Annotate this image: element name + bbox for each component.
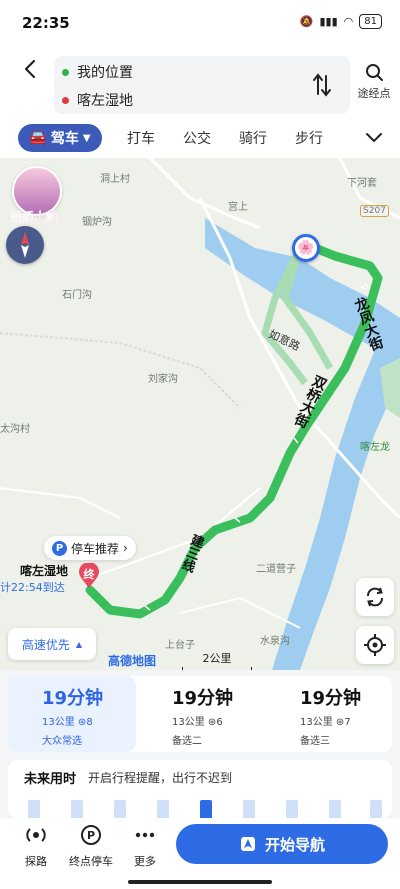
place-label: 二道营子 [256, 564, 296, 575]
future-time-bar[interactable] [157, 800, 169, 818]
route-option-2[interactable]: 19分钟 13公里 ⊛6 备选二 [138, 676, 266, 752]
future-time-bar[interactable] [329, 800, 341, 818]
eta-label: 计22:54到达 [0, 581, 65, 594]
compass-icon[interactable] [6, 226, 44, 264]
caret-up-icon: ▲ [75, 639, 83, 649]
route-options: 19分钟 13公里 ⊛8 大众常选 19分钟 13公里 ⊛6 备选二 19分钟 … [8, 676, 392, 752]
mute-icon: 🔕 [299, 15, 314, 28]
origin-field[interactable]: 我的位置 [62, 62, 133, 82]
locate-icon [364, 634, 386, 656]
car-icon: 🚘 [29, 130, 47, 146]
road-shield: S207 [360, 205, 389, 217]
refresh-icon [367, 587, 383, 607]
location-avatar-icon: 🌸 [297, 240, 315, 256]
locate-button[interactable] [356, 626, 394, 664]
future-time-subtitle: 开启行程提醒，出行不迟到 [88, 771, 233, 785]
brand-logo: 高德地图 [108, 654, 157, 668]
future-time-bar[interactable] [71, 800, 83, 818]
future-time-title: 未来用时 [24, 772, 77, 787]
parking-circle-icon: P [81, 825, 101, 845]
place-label: 锢炉沟 [82, 217, 112, 228]
tab-walk[interactable]: 步行 [295, 128, 323, 148]
place-label: 下河套 [347, 178, 377, 189]
status-time: 22:35 [22, 14, 70, 32]
destination-map-label: 喀左湿地 [20, 564, 69, 578]
search-icon [366, 64, 383, 81]
tab-drive-label: 驾车 [50, 131, 79, 147]
explore-label: 探路 [25, 855, 47, 868]
destination-marker-text: 终 [83, 568, 95, 581]
battery-icon: 81 [359, 14, 382, 29]
route-option-1[interactable]: 19分钟 13公里 ⊛8 大众常选 [8, 676, 136, 752]
route-input-box: 我的位置 喀左湿地 [54, 56, 350, 114]
tab-bike[interactable]: 骑行 [239, 128, 267, 148]
radar-icon [26, 828, 46, 842]
future-time-panel[interactable]: 未来用时 开启行程提醒，出行不迟到 [8, 760, 392, 818]
place-label: 上台子 [165, 640, 195, 651]
chevron-down-icon: ▼ [82, 132, 91, 144]
route-preference-button[interactable]: 高速优先 ▲ [8, 628, 96, 660]
destination-parking-label: 终点停车 [69, 855, 113, 868]
parking-label: 停车推荐 [71, 541, 120, 556]
chevron-right-icon: › [123, 541, 128, 555]
parking-recommend-button[interactable]: P 停车推荐 › [44, 536, 136, 560]
place-label: 洞上村 [100, 174, 130, 185]
explore-button[interactable]: 探路 [13, 824, 59, 869]
tab-transit[interactable]: 公交 [183, 128, 211, 148]
home-indicator [128, 880, 272, 884]
future-time-bar-current[interactable] [200, 800, 212, 818]
parking-icon: P [52, 540, 67, 556]
refresh-button[interactable] [356, 578, 394, 616]
future-time-bar[interactable] [114, 800, 126, 818]
status-bar: 22:35 🔕 ▮▮▮ ◠ 81 [0, 0, 400, 48]
status-icons: 🔕 ▮▮▮ ◠ 81 [300, 14, 382, 29]
place-label: 太沟村 [0, 424, 30, 435]
more-icon [135, 832, 155, 838]
destination-field[interactable]: 喀左湿地 [62, 90, 133, 110]
back-icon[interactable] [20, 58, 42, 80]
more-button[interactable]: 更多 [122, 824, 168, 869]
bottom-bar: 探路 P 终点停车 更多 开始导航 [0, 818, 400, 889]
waypoint-label: 途经点 [357, 87, 391, 100]
route-preference-label: 高速优先 [21, 637, 70, 652]
origin-dot-icon [62, 68, 69, 76]
future-time-bar[interactable] [243, 800, 255, 818]
map-view[interactable]: 洞上村 下河套 宫上 S207 锢炉沟 石门沟 刘家沟 太沟村 喀左龙 二道营子… [0, 158, 400, 670]
destination-parking-button[interactable]: P 终点停车 [66, 824, 116, 869]
waypoint-button[interactable]: 途经点 [352, 62, 396, 101]
origin-label: 我的位置 [77, 65, 133, 81]
start-navigation-button[interactable]: 开始导航 [176, 824, 388, 864]
swap-icon[interactable] [312, 72, 332, 98]
tab-taxi[interactable]: 打车 [127, 128, 155, 148]
more-label: 更多 [134, 855, 156, 868]
tab-drive[interactable]: 🚘 驾车 ▼ [18, 124, 102, 152]
signal-icon: ▮▮▮ [319, 15, 338, 28]
avatar-label: 娇娇小纯 [10, 210, 59, 224]
route-header: 我的位置 喀左湿地 途经点 [0, 48, 400, 122]
destination-dot-icon [62, 96, 69, 104]
scale-bar [182, 667, 252, 670]
future-time-bar[interactable] [286, 800, 298, 818]
place-label: 宫上 [228, 202, 248, 213]
route-option-3[interactable]: 19分钟 13公里 ⊛7 备选三 [266, 676, 394, 752]
origin-marker[interactable]: 🌸 [292, 234, 320, 262]
future-time-bar[interactable] [28, 800, 40, 818]
start-navigation-label: 开始导航 [264, 835, 325, 854]
place-label: 石门沟 [62, 290, 92, 301]
future-time-bar[interactable] [370, 800, 382, 818]
destination-marker[interactable]: 终 [78, 562, 100, 589]
destination-label: 喀左湿地 [77, 93, 133, 109]
svg-text:P: P [87, 829, 95, 842]
expand-tabs-icon[interactable] [364, 128, 384, 146]
scale-label: 2公里 [182, 650, 252, 670]
wifi-icon: ◠ [343, 15, 354, 28]
place-label: 水泉沟 [260, 636, 290, 647]
place-label: 刘家沟 [148, 374, 178, 385]
place-label: 喀左龙 [360, 442, 390, 453]
mode-tabs: 🚘 驾车 ▼ 打车 公交 骑行 步行 [0, 122, 400, 158]
navigation-icon [240, 837, 255, 851]
